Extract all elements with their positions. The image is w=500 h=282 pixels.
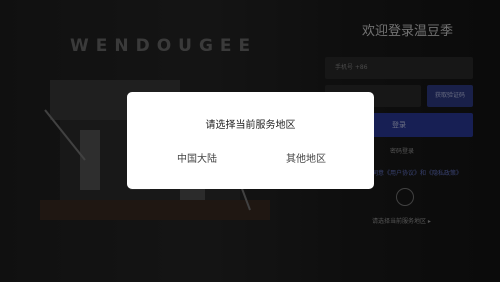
option-other-regions[interactable]: 其他地区: [286, 150, 326, 165]
region-dialog: 请选择当前服务地区 中国大陆 其他地区: [127, 92, 374, 189]
dialog-title: 请选择当前服务地区: [205, 120, 296, 131]
option-mainland-china[interactable]: 中国大陆: [177, 150, 217, 165]
